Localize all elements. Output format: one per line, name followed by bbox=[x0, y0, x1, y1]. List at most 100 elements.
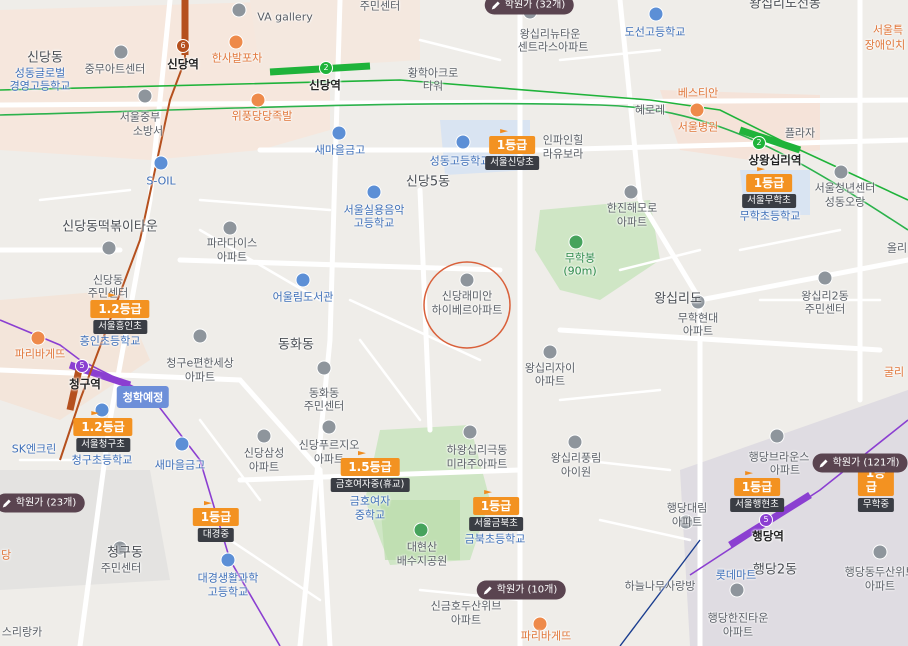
grade-marker[interactable]: 1등급 대경중 bbox=[192, 501, 240, 542]
label-wangsimni-pung: 왕십리풍림 bbox=[550, 451, 602, 465]
grade-marker[interactable]: 1등급 서울무학초 bbox=[742, 167, 796, 208]
building-icon[interactable] bbox=[101, 240, 117, 256]
station-sindang-a[interactable]: 신당역 bbox=[167, 56, 199, 72]
restaurant-icon[interactable] bbox=[250, 92, 266, 108]
pencil-icon bbox=[483, 586, 492, 594]
apartment-icon[interactable] bbox=[459, 272, 475, 288]
pencil-icon bbox=[491, 1, 500, 9]
label-haengdang-daelim-apt: 아파트 bbox=[671, 515, 703, 529]
label-paradise-apt: 아파트 bbox=[216, 250, 248, 264]
apartment-icon[interactable] bbox=[462, 424, 478, 440]
label-reservoir: 배수지공원 bbox=[396, 554, 448, 568]
label-cheonggu-jumin: 주민센터 bbox=[100, 561, 142, 575]
label-hansa: 한사발포차 bbox=[211, 51, 263, 65]
label-hwanghak: 황학아크로 bbox=[407, 66, 459, 80]
apartment-icon[interactable] bbox=[222, 220, 238, 236]
label-muhak-hyundai: 무학현대 bbox=[677, 311, 719, 325]
bank-icon[interactable] bbox=[174, 436, 190, 452]
label-muhak-elem: 무학초등학교 bbox=[739, 209, 801, 223]
apartment-icon[interactable] bbox=[567, 434, 583, 450]
label-haengdang2: 행당2동 bbox=[752, 562, 798, 578]
label-middle: 중학교 bbox=[354, 508, 386, 522]
label-sindang-dong: 신당동 bbox=[27, 50, 63, 66]
grade-marker[interactable]: 1.2등급 서울청구초 bbox=[73, 411, 133, 452]
label-geumbuk-elem: 금북초등학교 bbox=[464, 532, 526, 546]
apartment-icon[interactable] bbox=[623, 184, 639, 200]
label-sindang-samsung: 신당삼성 bbox=[243, 446, 285, 460]
station-sindang-b[interactable]: 신당역 bbox=[309, 77, 341, 93]
label-haengdang-brown: 행당브라운스 bbox=[748, 450, 810, 464]
bank-icon[interactable] bbox=[331, 125, 347, 141]
label-tower: 타워 bbox=[422, 79, 444, 93]
label-wangsimni-doseon: 왕십리도선동 bbox=[749, 0, 821, 12]
academy-badge[interactable]: 학원가 (121개) bbox=[812, 453, 908, 473]
park-icon[interactable] bbox=[413, 522, 429, 538]
fire-station-icon[interactable] bbox=[137, 88, 153, 104]
grade-marker[interactable]: 1.2등급 서울흥인초 bbox=[90, 293, 150, 334]
building-icon[interactable] bbox=[833, 164, 849, 180]
label-lotte: 롯데마트 bbox=[715, 568, 757, 582]
label-purujio: 신당푸르지오 bbox=[298, 438, 360, 452]
label-daegyeong-hs: 고등학교 bbox=[207, 585, 249, 599]
library-icon[interactable] bbox=[295, 272, 311, 288]
apartment-icon[interactable] bbox=[729, 582, 745, 598]
label-wangsimni-xi: 왕십리자이 bbox=[524, 361, 576, 375]
label-haengdang-hanjin-apt: 아파트 bbox=[722, 625, 754, 639]
planned-station-badge[interactable]: 청학예정 bbox=[116, 386, 170, 408]
school-icon[interactable] bbox=[366, 184, 382, 200]
apartment-icon[interactable] bbox=[256, 428, 272, 444]
label-saemaeul-2: 새마을금고 bbox=[154, 458, 206, 472]
label-eoullim: 어울림도서관 bbox=[272, 290, 334, 304]
label-wangsimni2: 왕십리2동 bbox=[801, 289, 849, 303]
academy-badge[interactable]: 학원가 (32개) bbox=[484, 0, 574, 15]
grade-marker[interactable]: 1등급 서울행현초 bbox=[730, 471, 784, 512]
label-haengdang-dusan: 행당동두산위브 bbox=[844, 565, 908, 579]
label-besty: 베스티안 bbox=[677, 86, 719, 100]
label-jungmu: 중무아트센터 bbox=[84, 62, 146, 76]
bakery-icon[interactable] bbox=[30, 330, 46, 346]
grade-marker[interactable]: 1등급 서울금북초 bbox=[469, 490, 523, 531]
school-icon[interactable] bbox=[455, 134, 471, 150]
line5-badge: 5 bbox=[75, 359, 89, 373]
mountain-icon[interactable] bbox=[568, 234, 584, 250]
grade-marker[interactable]: 1등급 서울신당초 bbox=[485, 129, 539, 170]
label-sindang-jumin: 신당동 bbox=[92, 273, 124, 287]
label-jumin-top: 주민센터 bbox=[359, 0, 401, 13]
school-icon[interactable] bbox=[648, 6, 664, 22]
apartment-icon[interactable] bbox=[769, 428, 785, 444]
station-cheonggu[interactable]: 청구역 bbox=[69, 376, 101, 392]
label-gyeongyeong: 경영고등학교 bbox=[9, 79, 71, 93]
apartment-icon[interactable] bbox=[872, 544, 888, 560]
apartment-icon[interactable] bbox=[542, 344, 558, 360]
label-s-oil: S-OIL bbox=[146, 174, 176, 188]
label-muhakbong-height: (90m) bbox=[563, 264, 597, 278]
label-fire: 소방서 bbox=[132, 124, 164, 138]
academy-badge[interactable]: 학원가 (23개) bbox=[0, 493, 85, 513]
label-hanjin-apt: 아파트 bbox=[616, 215, 648, 229]
school-icon[interactable] bbox=[220, 552, 236, 568]
building-icon[interactable] bbox=[113, 44, 129, 60]
building-icon[interactable] bbox=[817, 270, 833, 286]
station-haengdang[interactable]: 행당역 bbox=[752, 528, 784, 544]
line6-badge: 6 bbox=[176, 39, 190, 53]
grade-marker[interactable]: 1.5등급 금호여자중(휴교) bbox=[330, 451, 410, 492]
label-haengdang-hanjin: 행당한진타운 bbox=[707, 611, 769, 625]
building-icon[interactable] bbox=[316, 360, 332, 376]
label-seoul-top: 서울특 bbox=[872, 23, 904, 37]
restaurant-icon[interactable] bbox=[228, 34, 244, 50]
apartment-icon[interactable] bbox=[321, 419, 337, 435]
label-inchon-elem: 흥인초등학교 bbox=[79, 334, 141, 348]
label-paris-1: 파리바게뜨 bbox=[14, 347, 66, 361]
label-gulsi: 굴리 bbox=[883, 365, 905, 379]
label-donghwa-jumin: 동화동 bbox=[308, 386, 340, 400]
station-sangwangsimni[interactable]: 상왕십리역 bbox=[749, 152, 802, 168]
label-seongdong-global: 성동글로벌 bbox=[14, 66, 66, 80]
label-ipin: 인파인힐 bbox=[542, 133, 584, 147]
label-bora: 라유보라 bbox=[542, 147, 584, 161]
label-daegyeong: 대경생활과학 bbox=[197, 571, 259, 585]
hospital-icon[interactable] bbox=[689, 102, 705, 118]
gas-station-icon[interactable] bbox=[153, 155, 169, 171]
apartment-icon[interactable] bbox=[192, 328, 208, 344]
gallery-icon[interactable] bbox=[231, 2, 247, 18]
academy-badge[interactable]: 학원가 (10개) bbox=[476, 580, 566, 600]
